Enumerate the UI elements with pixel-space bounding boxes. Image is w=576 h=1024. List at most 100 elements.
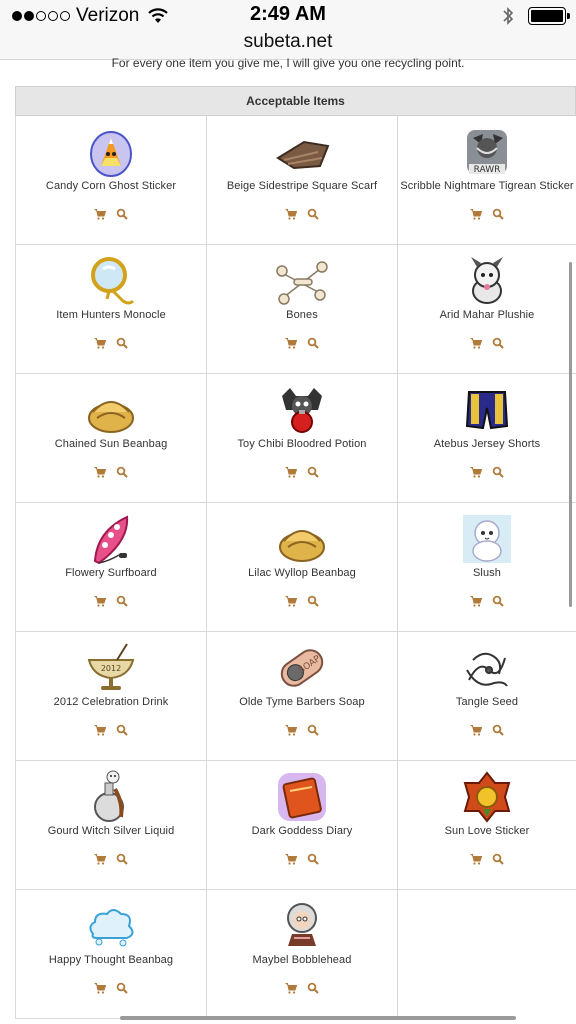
cart-icon[interactable]: [285, 337, 297, 349]
cart-icon[interactable]: [470, 466, 482, 478]
cart-icon[interactable]: [94, 724, 106, 736]
cart-icon[interactable]: [94, 208, 106, 220]
item-cell: Lilac Wyllop Beanbag: [207, 503, 398, 632]
monocle-icon[interactable]: [83, 253, 139, 309]
cart-icon[interactable]: [285, 724, 297, 736]
search-icon[interactable]: [116, 466, 128, 478]
search-icon[interactable]: [492, 466, 504, 478]
item-actions: [16, 466, 206, 478]
liquid-bottle-icon[interactable]: [83, 769, 139, 825]
search-icon[interactable]: [307, 466, 319, 478]
search-icon[interactable]: [116, 853, 128, 865]
cart-icon[interactable]: [94, 595, 106, 607]
cart-icon[interactable]: [470, 853, 482, 865]
item-name[interactable]: Beige Sidestripe Square Scarf: [207, 180, 397, 192]
item-name[interactable]: Atebus Jersey Shorts: [398, 438, 576, 450]
search-icon[interactable]: [307, 853, 319, 865]
items-grid: Candy Corn Ghost Sticker Beige Sidestripe…: [15, 116, 576, 1019]
soap-icon[interactable]: SOAP: [274, 640, 330, 696]
item-cell: Dark Goddess Diary: [207, 761, 398, 890]
search-icon[interactable]: [492, 595, 504, 607]
search-icon[interactable]: [307, 724, 319, 736]
search-icon[interactable]: [307, 982, 319, 994]
item-name[interactable]: Happy Thought Beanbag: [16, 954, 206, 966]
scarf-icon[interactable]: [274, 124, 330, 180]
search-icon[interactable]: [307, 337, 319, 349]
diary-icon[interactable]: [274, 769, 330, 825]
bobblehead-icon[interactable]: [274, 898, 330, 954]
address-bar-url[interactable]: subeta.net: [0, 31, 576, 53]
cart-icon[interactable]: [470, 208, 482, 220]
item-name[interactable]: Tangle Seed: [398, 696, 576, 708]
cloud-beanbag-icon[interactable]: [83, 898, 139, 954]
item-actions: [16, 208, 206, 220]
drink-icon[interactable]: 2012: [83, 640, 139, 696]
search-icon[interactable]: [492, 337, 504, 349]
beanbag-icon[interactable]: [83, 382, 139, 438]
cart-icon[interactable]: [285, 982, 297, 994]
cart-icon[interactable]: [285, 853, 297, 865]
plushie-icon[interactable]: [459, 253, 515, 309]
horizontal-scrollbar[interactable]: [120, 1016, 516, 1020]
search-icon[interactable]: [307, 208, 319, 220]
surfboard-icon[interactable]: [83, 511, 139, 567]
acceptable-items-table: Acceptable Items Candy Corn Ghost Sticke…: [15, 86, 576, 1019]
search-icon[interactable]: [492, 724, 504, 736]
empty-cell: [398, 890, 576, 1019]
bluetooth-icon: [503, 7, 514, 25]
potion-icon[interactable]: [274, 382, 330, 438]
search-icon[interactable]: [116, 208, 128, 220]
search-icon[interactable]: [307, 595, 319, 607]
item-name[interactable]: Lilac Wyllop Beanbag: [207, 567, 397, 579]
search-icon[interactable]: [116, 982, 128, 994]
item-name[interactable]: Chained Sun Beanbag: [16, 438, 206, 450]
cart-icon[interactable]: [470, 724, 482, 736]
cart-icon[interactable]: [94, 466, 106, 478]
item-name[interactable]: Bones: [207, 309, 397, 321]
item-name[interactable]: Scribble Nightmare Tigrean Sticker: [398, 180, 576, 192]
cart-icon[interactable]: [285, 595, 297, 607]
cart-icon[interactable]: [94, 337, 106, 349]
search-icon[interactable]: [116, 337, 128, 349]
cart-icon[interactable]: [285, 466, 297, 478]
cart-icon[interactable]: [470, 337, 482, 349]
bones-icon[interactable]: [274, 253, 330, 309]
item-name[interactable]: Slush: [398, 567, 576, 579]
sun-sticker-icon[interactable]: [459, 769, 515, 825]
item-cell: Sun Love Sticker: [398, 761, 576, 890]
candy-corn-ghost-icon[interactable]: [83, 124, 139, 180]
item-name[interactable]: Olde Tyme Barbers Soap: [207, 696, 397, 708]
tigrean-sticker-icon[interactable]: RAWR: [459, 124, 515, 180]
beanbag-icon[interactable]: [274, 511, 330, 567]
item-name[interactable]: Maybel Bobblehead: [207, 954, 397, 966]
cart-icon[interactable]: [94, 982, 106, 994]
item-name[interactable]: Flowery Surfboard: [16, 567, 206, 579]
item-name[interactable]: Sun Love Sticker: [398, 825, 576, 837]
seed-icon[interactable]: [459, 640, 515, 696]
item-cell: Candy Corn Ghost Sticker: [15, 116, 207, 245]
search-icon[interactable]: [116, 595, 128, 607]
search-icon[interactable]: [492, 208, 504, 220]
item-actions: [398, 595, 576, 607]
item-name[interactable]: Arid Mahar Plushie: [398, 309, 576, 321]
cart-icon[interactable]: [285, 208, 297, 220]
vertical-scrollbar[interactable]: [569, 262, 572, 607]
svg-text:2012: 2012: [101, 664, 121, 673]
item-cell: 2012 2012 Celebration Drink: [15, 632, 207, 761]
item-name[interactable]: Item Hunters Monocle: [16, 309, 206, 321]
slush-icon[interactable]: [459, 511, 515, 567]
item-cell: Atebus Jersey Shorts: [398, 374, 576, 503]
shorts-icon[interactable]: [459, 382, 515, 438]
search-icon[interactable]: [116, 724, 128, 736]
item-cell: Slush: [398, 503, 576, 632]
item-name[interactable]: Dark Goddess Diary: [207, 825, 397, 837]
cart-icon[interactable]: [470, 595, 482, 607]
item-name[interactable]: Gourd Witch Silver Liquid: [16, 825, 206, 837]
item-actions: [398, 466, 576, 478]
cart-icon[interactable]: [94, 853, 106, 865]
item-cell: Arid Mahar Plushie: [398, 245, 576, 374]
item-name[interactable]: 2012 Celebration Drink: [16, 696, 206, 708]
item-name[interactable]: Toy Chibi Bloodred Potion: [207, 438, 397, 450]
item-name[interactable]: Candy Corn Ghost Sticker: [16, 180, 206, 192]
search-icon[interactable]: [492, 853, 504, 865]
